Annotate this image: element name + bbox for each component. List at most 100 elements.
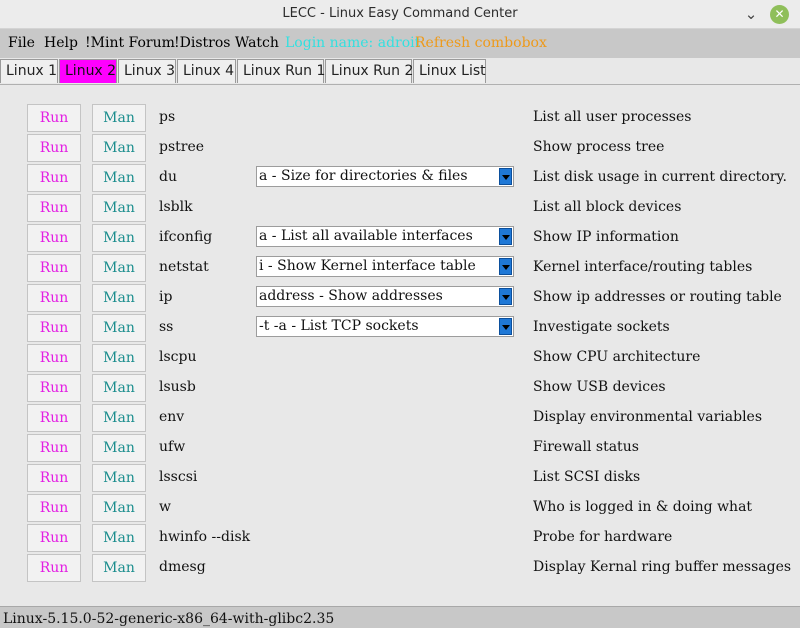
man-button[interactable]: Man [92, 374, 146, 402]
run-button[interactable]: Run [27, 374, 81, 402]
dropdown-arrow-icon[interactable] [499, 168, 512, 185]
combobox-value: i - Show Kernel interface table [259, 258, 476, 274]
menu-bar: File Help !Mint Forum !Distros Watch Log… [0, 29, 800, 58]
tab-linux-run-2[interactable]: Linux Run 2 [325, 59, 413, 83]
option-combobox[interactable]: address - Show addresses [256, 286, 514, 307]
command-description: Show CPU architecture [533, 349, 701, 365]
command-name: lsblk [159, 199, 193, 215]
command-name: lsscsi [159, 469, 198, 485]
run-button[interactable]: Run [27, 524, 81, 552]
command-name: ps [159, 109, 176, 125]
command-name: du [159, 169, 177, 185]
run-button[interactable]: Run [27, 194, 81, 222]
run-button[interactable]: Run [27, 164, 81, 192]
command-row: Run Man dmesg Display Kernal ring buffer me… [0, 554, 800, 582]
window-title: LECC - Linux Easy Command Center [282, 6, 518, 21]
run-button[interactable]: Run [27, 314, 81, 342]
run-button[interactable]: Run [27, 254, 81, 282]
tab-linux-3[interactable]: Linux 3 [118, 59, 176, 83]
command-name: hwinfo --disk [159, 529, 251, 545]
option-combobox[interactable]: i - Show Kernel interface table [256, 256, 514, 277]
man-button[interactable]: Man [92, 134, 146, 162]
command-description: Show process tree [533, 139, 665, 155]
man-button[interactable]: Man [92, 224, 146, 252]
man-button[interactable]: Man [92, 554, 146, 582]
command-description: Display Kernal ring buffer messages [533, 559, 792, 575]
dropdown-arrow-icon[interactable] [499, 318, 512, 335]
run-button[interactable]: Run [27, 464, 81, 492]
command-name: ss [159, 319, 174, 335]
man-button[interactable]: Man [92, 284, 146, 312]
run-button[interactable]: Run [27, 134, 81, 162]
command-row: Run Man ss -t -a - List TCP sockets Investig… [0, 314, 800, 342]
man-button[interactable]: Man [92, 524, 146, 552]
man-button[interactable]: Man [92, 464, 146, 492]
command-name: netstat [159, 259, 209, 275]
command-row: Run Man netstat i - Show Kernel interface t… [0, 254, 800, 282]
command-name: lscpu [159, 349, 197, 365]
tab-linux-4[interactable]: Linux 4 [177, 59, 236, 83]
option-combobox[interactable]: a - List all available interfaces [256, 226, 514, 247]
man-button[interactable]: Man [92, 404, 146, 432]
command-row: Run Man ifconfig a - List all available int… [0, 224, 800, 252]
run-button[interactable]: Run [27, 404, 81, 432]
tab-linux-run-1[interactable]: Linux Run 1 [237, 59, 325, 83]
command-description: Display environmental variables [533, 409, 763, 425]
menu-help[interactable]: Help [44, 35, 78, 51]
run-button[interactable]: Run [27, 434, 81, 462]
man-button[interactable]: Man [92, 494, 146, 522]
minimize-icon[interactable]: ⌄ [741, 4, 761, 24]
combobox-value: a - Size for directories & files [259, 168, 468, 184]
man-button[interactable]: Man [92, 164, 146, 192]
command-name: ip [159, 289, 173, 305]
man-button[interactable]: Man [92, 434, 146, 462]
run-button[interactable]: Run [27, 224, 81, 252]
command-row: Run Man pstree Show process tree [0, 134, 800, 162]
run-button[interactable]: Run [27, 104, 81, 132]
man-button[interactable]: Man [92, 314, 146, 342]
command-row: Run Man lscpu Show CPU architecture [0, 344, 800, 372]
menu-distros-watch[interactable]: !Distros Watch [174, 35, 279, 51]
command-description: Show ip addresses or routing table [533, 289, 782, 305]
dropdown-arrow-icon[interactable] [499, 228, 512, 245]
command-description: List all user processes [533, 109, 692, 125]
dropdown-arrow-icon[interactable] [499, 258, 512, 275]
status-bar: Linux-5.15.0-52-generic-x86_64-with-glib… [0, 606, 800, 628]
combobox-value: -t -a - List TCP sockets [259, 318, 419, 334]
dropdown-arrow-icon[interactable] [499, 288, 512, 305]
command-row: Run Man du a - Size for directories & files… [0, 164, 800, 192]
command-description: List SCSI disks [533, 469, 641, 485]
command-description: Firewall status [533, 439, 639, 455]
man-button[interactable]: Man [92, 254, 146, 282]
run-button[interactable]: Run [27, 494, 81, 522]
command-description: Who is logged in & doing what [533, 499, 753, 515]
man-button[interactable]: Man [92, 194, 146, 222]
command-name: pstree [159, 139, 205, 155]
command-row: Run Man ps List all user processes [0, 104, 800, 132]
menu-mint-forum[interactable]: !Mint Forum [85, 35, 175, 51]
menu-file[interactable]: File [8, 35, 35, 51]
command-row: Run Man hwinfo --disk Probe for hardware [0, 524, 800, 552]
close-icon[interactable]: ✕ [770, 5, 789, 24]
man-button[interactable]: Man [92, 104, 146, 132]
command-description: Investigate sockets [533, 319, 670, 335]
run-button[interactable]: Run [27, 554, 81, 582]
run-button[interactable]: Run [27, 344, 81, 372]
title-bar: LECC - Linux Easy Command Center ⌄ ✕ [0, 0, 800, 29]
run-button[interactable]: Run [27, 284, 81, 312]
man-button[interactable]: Man [92, 344, 146, 372]
status-text: Linux-5.15.0-52-generic-x86_64-with-glib… [3, 611, 335, 627]
command-row: Run Man w Who is logged in & doing what [0, 494, 800, 522]
tab-linux-2[interactable]: Linux 2 [59, 59, 117, 83]
command-name: ufw [159, 439, 186, 455]
refresh-combobox-menu[interactable]: Refresh combobox [415, 35, 547, 51]
tab-linux-list[interactable]: Linux List [413, 59, 486, 83]
tab-linux-1[interactable]: Linux 1 [0, 59, 58, 83]
option-combobox[interactable]: -t -a - List TCP sockets [256, 316, 514, 337]
command-description: Probe for hardware [533, 529, 673, 545]
command-panel: Run Man ps List all user processes Run Man pst… [0, 85, 800, 606]
option-combobox[interactable]: a - Size for directories & files [256, 166, 514, 187]
command-description: List disk usage in current directory. [533, 169, 787, 185]
combobox-value: a - List all available interfaces [259, 228, 473, 244]
command-description: Kernel interface/routing tables [533, 259, 753, 275]
